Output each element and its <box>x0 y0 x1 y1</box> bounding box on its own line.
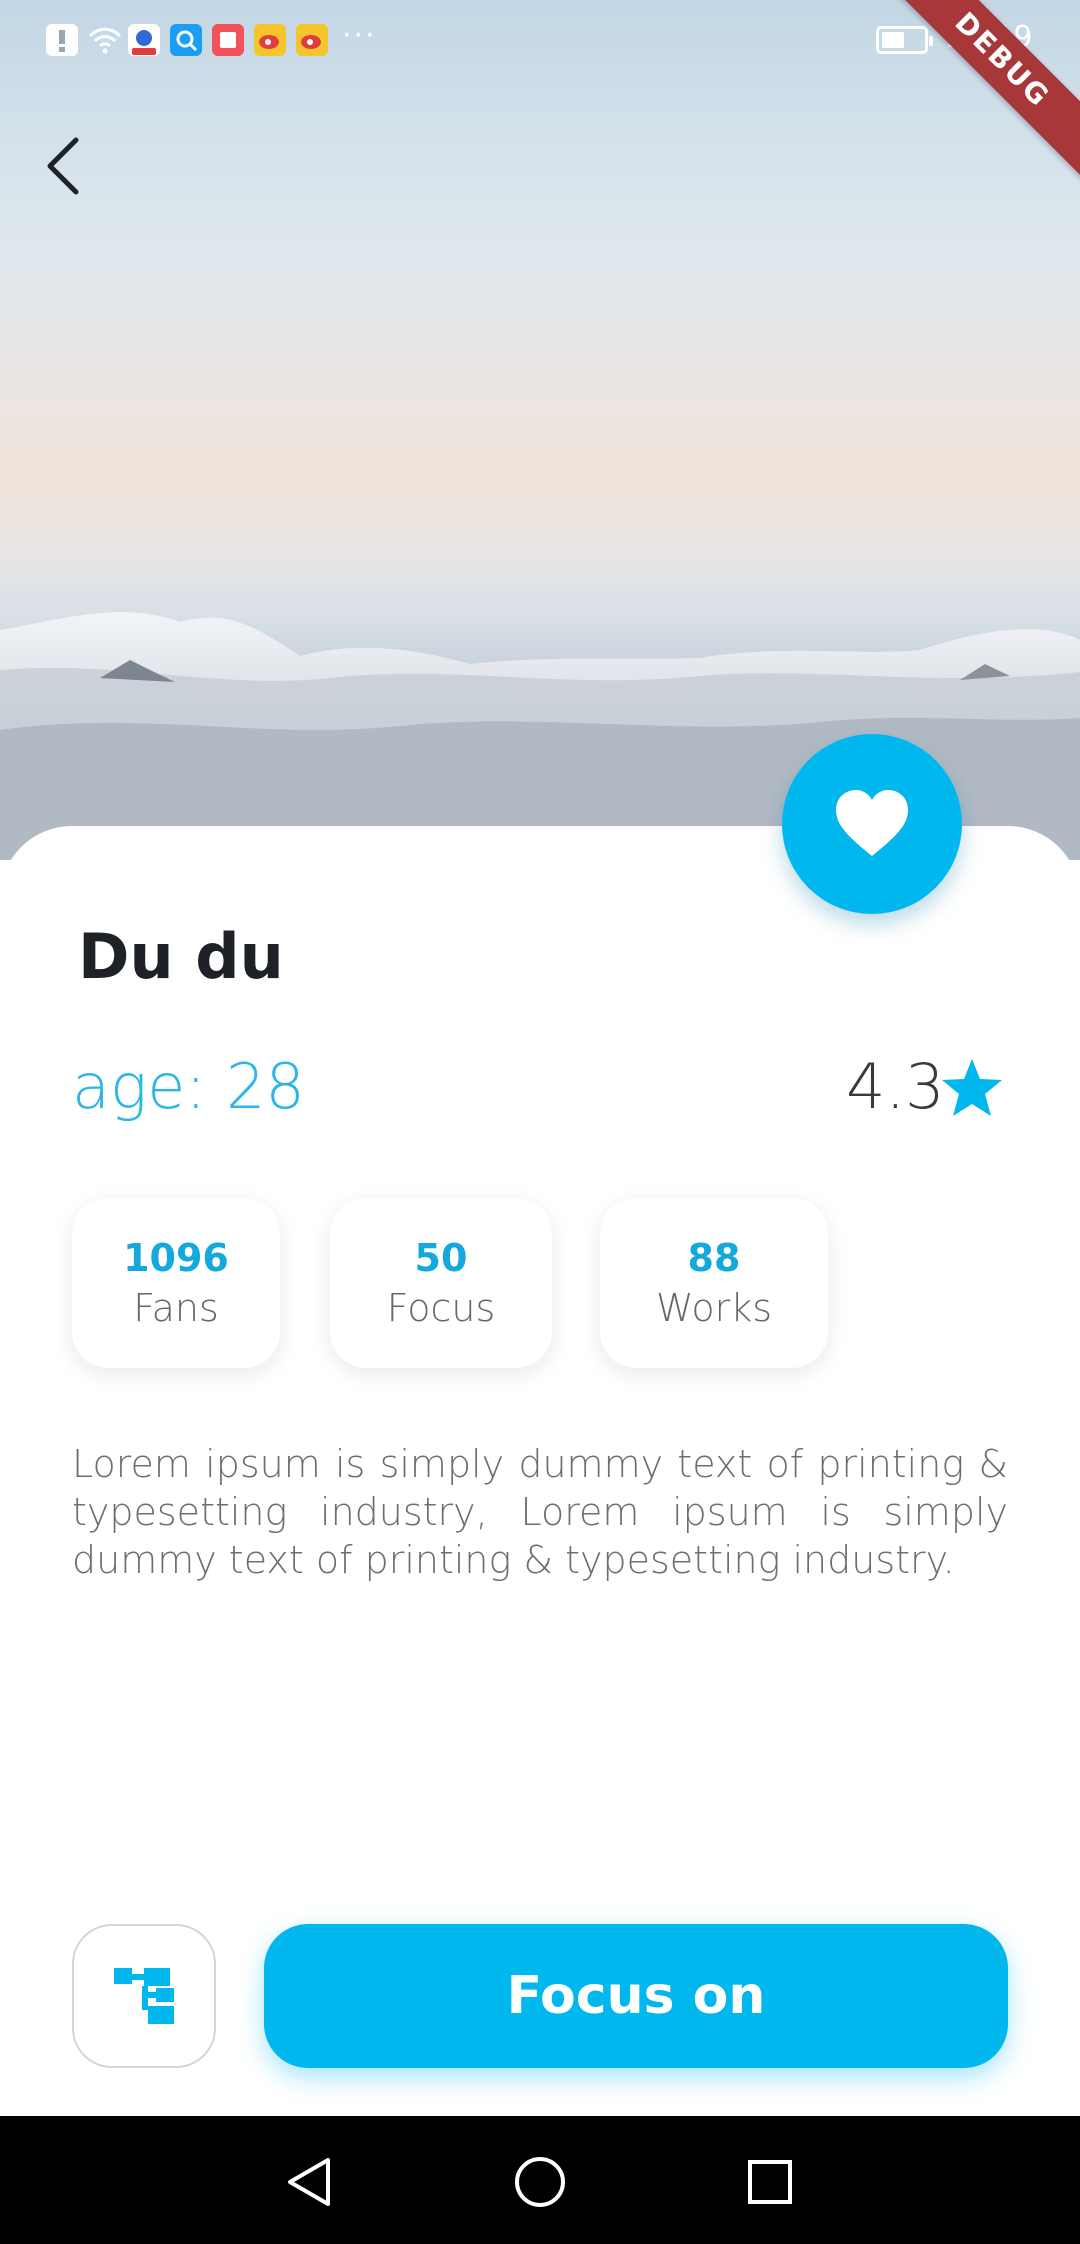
profile-description: Lorem ipsum is simply dummy text of prin… <box>72 1442 1008 1582</box>
stat-value: 1096 <box>123 1236 229 1280</box>
profile-age: age: 28 <box>72 1050 305 1123</box>
alert-icon <box>46 24 78 56</box>
hero-image <box>0 0 1080 860</box>
stat-works[interactable]: 88 Works <box>600 1198 828 1368</box>
stat-label: Focus <box>386 1286 496 1330</box>
back-button[interactable] <box>40 134 96 198</box>
battery-icon <box>876 26 933 54</box>
stat-focus[interactable]: 50 Focus <box>330 1198 552 1368</box>
hierarchy-icon <box>114 1968 174 2024</box>
star-icon <box>942 1059 1002 1116</box>
profile-name: Du du <box>78 920 284 993</box>
more-notifications-indicator: ··· <box>342 18 377 53</box>
chevron-left-icon <box>47 137 79 195</box>
stat-value: 88 <box>687 1236 741 1280</box>
wifi-icon <box>88 27 122 54</box>
stat-fans[interactable]: 1096 Fans <box>72 1198 280 1368</box>
rating-value: 4.3 <box>846 1050 945 1123</box>
notes-app-icon <box>212 24 244 56</box>
weibo-app-icon <box>254 24 286 56</box>
share-button[interactable] <box>72 1924 216 2068</box>
search-app-icon <box>170 24 202 56</box>
focus-on-button[interactable]: Focus on <box>264 1924 1008 2068</box>
system-nav-bar <box>0 2116 1080 2244</box>
home-circle-icon[interactable] <box>512 2154 568 2210</box>
weibo-app-icon <box>296 24 328 56</box>
back-triangle-icon[interactable] <box>282 2154 338 2210</box>
stat-value: 50 <box>414 1236 468 1280</box>
favorite-button[interactable] <box>782 734 962 914</box>
heart-icon <box>836 790 908 856</box>
stat-label: Fans <box>133 1286 219 1330</box>
stat-label: Works <box>655 1286 773 1330</box>
recents-square-icon[interactable] <box>742 2154 798 2210</box>
baidu-app-icon <box>128 24 160 56</box>
